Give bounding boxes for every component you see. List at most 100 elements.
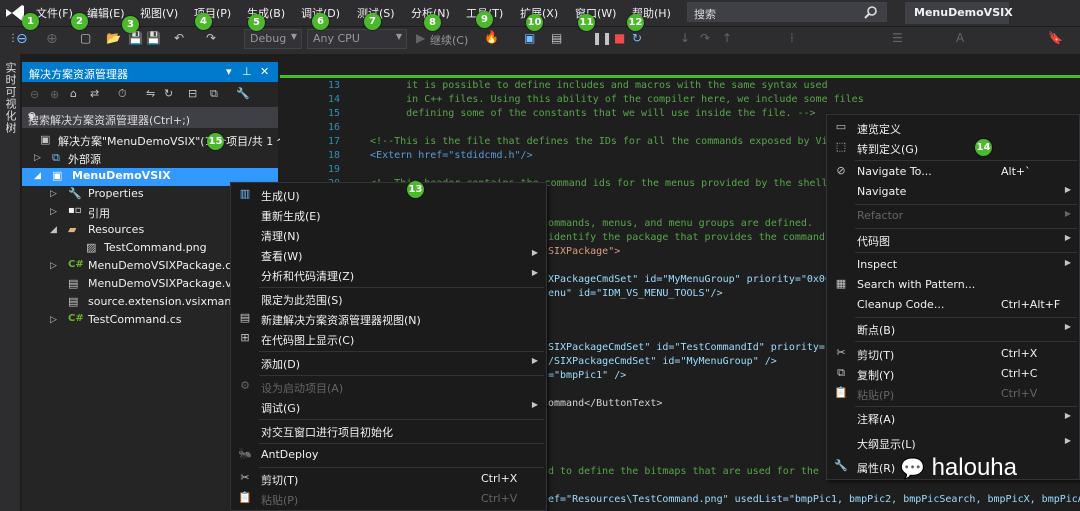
search-box[interactable]: 搜索 — [687, 2, 887, 22]
code-line: in C++ files. Using this ability of the … — [358, 94, 864, 105]
close-icon[interactable]: ✕ — [260, 65, 269, 78]
show-all-files-icon[interactable]: ⧉ — [210, 87, 218, 101]
live-visual-tree-tab[interactable]: 实时可视化树 — [2, 62, 18, 134]
refresh-icon[interactable]: ↻ — [164, 87, 173, 100]
ctx-search-pattern[interactable]: ▦ Search with Pattern... — [827, 275, 1079, 295]
save-all-icon[interactable]: 💾 — [146, 31, 161, 45]
ctx-label: AntDeploy — [261, 448, 319, 461]
ctx-label: 限定为此范围(S) — [261, 294, 343, 307]
ctx-label: 复制(Y) — [857, 369, 895, 382]
step-out-icon[interactable]: ↑ — [722, 31, 732, 45]
hex-display-icon[interactable]: ⁞ — [790, 31, 794, 45]
chevron-down-icon[interactable]: ▾ — [226, 65, 232, 78]
back-icon[interactable]: ⊖ — [16, 31, 28, 47]
ctx-view[interactable]: 查看(W) ▶ — [231, 245, 546, 265]
config-value: Debug — [250, 32, 287, 45]
sync-icon[interactable]: ⇋ — [146, 87, 155, 100]
expand-arrow-icon[interactable]: ▷ — [34, 153, 41, 163]
ctx-outlining[interactable]: 大纲显示(L) ▶ — [827, 433, 1079, 453]
hot-reload-icon[interactable]: 🔥 — [484, 30, 499, 44]
line-number: 16 — [327, 122, 340, 133]
stop-icon[interactable]: ■ — [614, 31, 625, 45]
menu-file[interactable]: 文件(F) — [36, 5, 73, 21]
ctx-cleanup-code[interactable]: Cleanup Code... Ctrl+Alt+F — [827, 295, 1079, 315]
properties-wrench-icon[interactable]: 🔧 — [236, 87, 250, 100]
forward-icon[interactable]: ⊕ — [50, 88, 59, 101]
ctx-analyze[interactable]: 分析和代码清理(Z) ▶ — [231, 265, 546, 285]
ctx-cut[interactable]: ✂ 剪切(T) Ctrl+X — [827, 344, 1079, 364]
pending-changes-icon[interactable]: ⏱ — [118, 87, 127, 101]
ctx-navigate-to[interactable]: ⊘ Navigate To... Alt+` — [827, 162, 1079, 182]
code-line: <Extern href="stdidcmd.h"/> — [358, 150, 533, 161]
ctx-peek-definition[interactable]: ▭ 速览定义 — [827, 118, 1079, 138]
chevron-down-icon[interactable]: ▼ — [28, 112, 274, 121]
gear-icon: ⚙ — [240, 379, 250, 392]
ctx-breakpoint[interactable]: 断点(B) ▶ — [827, 319, 1079, 339]
new-project-icon[interactable]: ▢ — [80, 31, 91, 45]
ctx-scope[interactable]: 限定为此范围(S) — [231, 289, 546, 309]
undo-icon[interactable]: ↶ — [174, 31, 184, 45]
annotation-badge: 8 — [424, 14, 441, 31]
open-folder-icon[interactable]: 📂 — [106, 31, 121, 45]
save-icon[interactable]: 💾 — [128, 31, 143, 45]
ctx-add[interactable]: 添加(D) ▶ — [231, 353, 546, 373]
ctx-code-map[interactable]: ⊞ 在代码图上显示(C) — [231, 329, 546, 349]
tree-item-external-sources[interactable]: ▷ ⧉ 外部源 — [22, 151, 278, 167]
ctx-copy[interactable]: ⧉ 复制(Y) Ctrl+C — [827, 364, 1079, 384]
ctx-cut[interactable]: ✂ 剪切(T) Ctrl+X — [231, 469, 546, 489]
menu-view[interactable]: 视图(V) — [140, 5, 178, 21]
font-size-icon[interactable]: A — [956, 31, 964, 45]
pause-icon[interactable]: ❚❚ — [592, 31, 612, 45]
ctx-antdeploy[interactable]: 🐜 AntDeploy — [231, 445, 546, 465]
stack-frame-icon[interactable]: ▤ — [551, 31, 562, 45]
browser-link-icon[interactable]: ▣ — [524, 31, 535, 45]
ctx-build[interactable]: ▥ 生成(U) — [231, 185, 546, 205]
ctx-code-map[interactable]: 代码图 ▶ — [827, 230, 1079, 250]
expand-arrow-icon[interactable]: ▷ — [50, 261, 57, 271]
submenu-arrow-icon: ▶ — [1064, 322, 1071, 331]
ctx-goto-definition[interactable]: ⬚ 转到定义(G) — [827, 138, 1079, 158]
pin-icon[interactable]: ⊥ — [242, 65, 252, 78]
continue-label[interactable]: 继续(C) — [430, 32, 468, 48]
annotation-badge: 11 — [578, 14, 595, 31]
annotation-badge: 14 — [975, 139, 992, 156]
ctx-label: 转到定义(G) — [857, 143, 919, 156]
back-icon[interactable]: ⊖ — [30, 88, 39, 101]
continue-play-icon[interactable]: ▶ — [416, 31, 425, 45]
switch-views-icon[interactable]: ⇄ — [90, 87, 99, 100]
ctx-label: Navigate To... — [857, 165, 932, 178]
collapse-arrow-icon[interactable]: ◢ — [50, 225, 57, 235]
menu-separator — [855, 204, 1077, 205]
platform-dropdown[interactable]: Any CPU ▼ — [307, 29, 407, 49]
ctx-debug[interactable]: 调试(G) ▶ — [231, 397, 546, 417]
menu-separator — [259, 287, 544, 288]
bookmark-icon[interactable]: 🔖 — [1048, 31, 1063, 45]
step-over-icon[interactable]: ↷ — [700, 31, 710, 45]
ctx-new-view[interactable]: ▤ 新建解决方案资源管理器视图(N) — [231, 309, 546, 329]
ctx-label: 速览定义 — [857, 123, 901, 136]
expand-arrow-icon[interactable]: ▷ — [50, 315, 57, 325]
step-into-icon[interactable]: ↓ — [680, 31, 690, 45]
forward-icon[interactable]: ⊕ — [46, 31, 58, 47]
expand-arrow-icon[interactable]: ▷ — [50, 207, 57, 217]
ctx-interactive-init[interactable]: 对交互窗口进行项目初始化 — [231, 421, 546, 441]
restart-icon[interactable]: ↻ — [632, 31, 642, 45]
tree-item-solution[interactable]: ▣ 解决方案"MenuDemoVSIX"(1 个项目/共 1 个) — [22, 133, 292, 149]
ctx-inspect[interactable]: Inspect ▶ — [827, 255, 1079, 275]
config-dropdown[interactable]: Debug ▼ — [244, 29, 302, 49]
ctx-rebuild[interactable]: 重新生成(E) — [231, 205, 546, 225]
csharp-file-icon: C# — [68, 259, 84, 270]
collapse-all-icon[interactable]: ⊟ — [188, 87, 197, 100]
comment-icon[interactable]: ☰ — [892, 31, 903, 45]
home-icon[interactable]: ⌂ — [70, 87, 77, 100]
redo-icon[interactable]: ↷ — [206, 31, 216, 45]
peek-icon: ▭ — [835, 120, 847, 133]
tree-item-label: TestCommand.cs — [88, 313, 182, 326]
menu-edit[interactable]: 编辑(E) — [87, 5, 125, 21]
expand-arrow-icon[interactable]: ▷ — [50, 189, 57, 199]
ctx-navigate[interactable]: Navigate ▶ — [827, 182, 1079, 202]
solution-search-input[interactable]: 搜索解决方案资源管理器(Ctrl+;) ⚲ ▼ — [22, 108, 278, 128]
ctx-comment[interactable]: 注释(A) ▶ — [827, 408, 1079, 428]
ctx-clean[interactable]: 清理(N) — [231, 225, 546, 245]
collapse-arrow-icon[interactable]: ◢ — [34, 171, 41, 181]
